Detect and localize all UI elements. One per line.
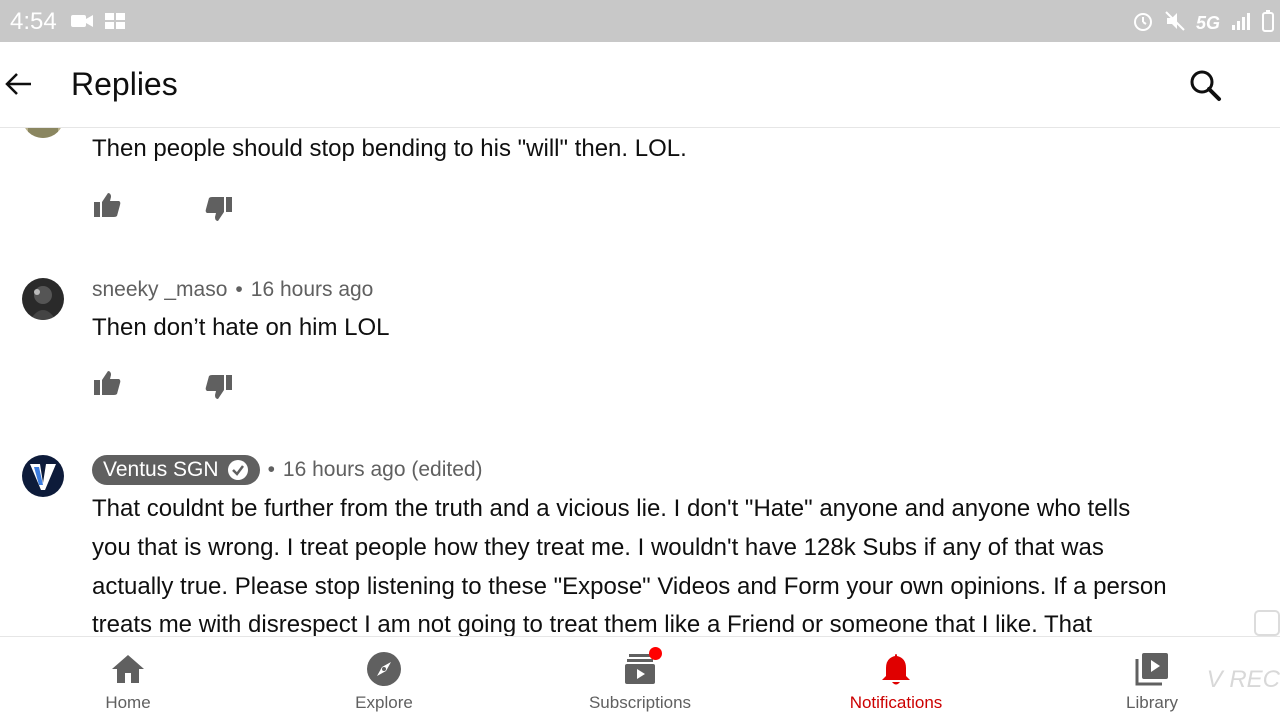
- avatar[interactable]: [22, 455, 64, 497]
- meta-separator: •: [267, 458, 275, 481]
- status-time: 4:54: [10, 8, 57, 35]
- battery-icon: [1262, 10, 1274, 37]
- dislike-button[interactable]: [204, 372, 234, 402]
- avatar[interactable]: [22, 278, 64, 320]
- like-button[interactable]: [92, 368, 122, 398]
- alarm-icon: [1132, 10, 1154, 37]
- search-button[interactable]: [1186, 66, 1224, 104]
- nav-home[interactable]: Home: [0, 637, 256, 720]
- page-title: Replies: [71, 66, 178, 102]
- creator-badge[interactable]: Ventus SGN: [92, 455, 260, 485]
- comment-text-line: actually true. Please stop listening to …: [92, 573, 1167, 600]
- comment-text: Then people should stop bending to his "…: [92, 135, 687, 162]
- nav-label: Explore: [355, 693, 413, 712]
- comment-author[interactable]: sneeky _maso: [92, 278, 227, 302]
- nav-subscriptions[interactable]: Subscriptions: [512, 637, 768, 720]
- nav-label: Library: [1126, 693, 1178, 712]
- comment-text-line: That couldnt be further from the truth a…: [92, 495, 1131, 522]
- bell-icon: [878, 651, 914, 687]
- recorder-icon: [1254, 610, 1280, 636]
- library-icon: [1134, 651, 1170, 687]
- thumbs-down-icon: [205, 197, 232, 221]
- status-left-icons: [70, 11, 126, 36]
- dislike-button[interactable]: [204, 194, 234, 224]
- gallery-icon: [104, 11, 126, 36]
- thumbs-down-icon: [205, 375, 232, 399]
- comment-meta: Ventus SGN • 16 hours ago (edited): [92, 455, 483, 485]
- status-bar: 4:54 5G: [0, 0, 1280, 42]
- comment-time: 16 hours ago (edited): [282, 458, 483, 481]
- arrow-left-icon: [5, 73, 31, 95]
- comment-author: Ventus SGN: [103, 458, 219, 481]
- nav-label: Notifications: [849, 693, 943, 712]
- avatar[interactable]: [22, 128, 64, 138]
- video-camera-icon: [70, 11, 94, 36]
- nav-explore[interactable]: Explore: [256, 637, 512, 720]
- back-button[interactable]: [0, 66, 36, 102]
- meta-separator: •: [235, 278, 243, 301]
- status-right-icons: 5G: [1132, 10, 1274, 37]
- recorder-watermark: V REC: [1206, 666, 1280, 693]
- search-icon: [1190, 70, 1221, 101]
- like-button[interactable]: [92, 190, 122, 220]
- comment-meta: sneeky _maso • 16 hours ago: [92, 278, 373, 302]
- verified-check-icon: [227, 459, 249, 481]
- comment-time: 16 hours ago: [250, 278, 374, 301]
- thumbs-up-icon: [94, 193, 121, 217]
- mute-icon: [1164, 10, 1186, 37]
- nav-label: Subscriptions: [588, 693, 692, 712]
- network-type: 5G: [1195, 13, 1220, 33]
- notification-dot: [649, 647, 662, 660]
- app-header: Replies: [0, 42, 1280, 128]
- home-icon: [110, 651, 146, 687]
- comment-actions: [92, 368, 234, 402]
- comment-actions: [92, 190, 234, 224]
- comment-text-line: you that is wrong. I treat people how th…: [92, 534, 1104, 561]
- replies-list[interactable]: Then people should stop bending to his "…: [0, 128, 1280, 636]
- bottom-nav: Home Explore Subscriptions Notifications…: [0, 636, 1280, 720]
- nav-notifications[interactable]: Notifications: [768, 637, 1024, 720]
- comment-text: Then don’t hate on him LOL: [92, 314, 390, 341]
- nav-label: Home: [105, 693, 151, 712]
- comment-text-line: treats me with disrespect I am not going…: [92, 611, 1093, 636]
- subscriptions-icon: [622, 647, 662, 687]
- signal-icon: [1230, 11, 1252, 36]
- compass-icon: [366, 651, 402, 687]
- thumbs-up-icon: [94, 371, 121, 395]
